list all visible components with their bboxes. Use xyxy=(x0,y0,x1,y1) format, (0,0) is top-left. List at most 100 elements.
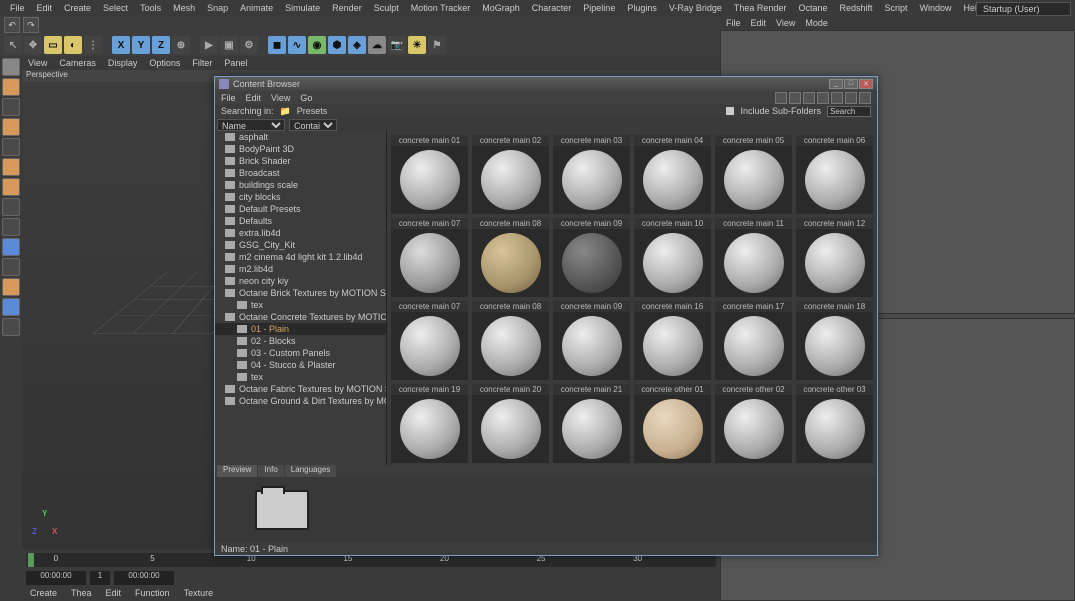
dialog-titlebar[interactable]: Content Browser _ □ ✕ xyxy=(215,77,877,91)
live-select-icon[interactable]: ↖ xyxy=(4,36,22,54)
menu-mesh[interactable]: Mesh xyxy=(167,3,201,13)
axis-mode-icon[interactable] xyxy=(2,198,20,216)
edge-mode-icon[interactable] xyxy=(2,158,20,176)
cube-icon[interactable]: ◼ xyxy=(268,36,286,54)
view-grid-icon[interactable] xyxy=(831,92,843,104)
material-thumb[interactable]: concrete main 08 xyxy=(472,301,549,380)
minimize-button[interactable]: _ xyxy=(829,79,843,89)
menu-create[interactable]: Create xyxy=(58,3,97,13)
dlg-menu-view[interactable]: View xyxy=(271,93,290,103)
move-icon[interactable]: ✥ xyxy=(24,36,42,54)
material-thumb[interactable]: concrete main 03 xyxy=(553,135,630,214)
menu-redshift[interactable]: Redshift xyxy=(833,3,878,13)
tweak-icon[interactable] xyxy=(2,298,20,316)
menu-character[interactable]: Character xyxy=(526,3,578,13)
tree-item[interactable]: GSG_City_Kit xyxy=(215,239,386,251)
deformer-icon[interactable]: ◈ xyxy=(348,36,366,54)
vp-menu-display[interactable]: Display xyxy=(108,58,138,68)
render-view-icon[interactable]: ▶ xyxy=(200,36,218,54)
spline-icon[interactable]: ∿ xyxy=(288,36,306,54)
menu-v-ray-bridge[interactable]: V-Ray Bridge xyxy=(663,3,728,13)
search-icon[interactable] xyxy=(859,92,871,104)
menu-render[interactable]: Render xyxy=(326,3,368,13)
tree-item[interactable]: neon city kiy xyxy=(215,275,386,287)
tree-item[interactable]: tex xyxy=(215,299,386,311)
vp-menu-options[interactable]: Options xyxy=(149,58,180,68)
filter-field[interactable]: Name xyxy=(217,119,285,131)
x-axis-icon[interactable]: X xyxy=(112,36,130,54)
tree-item[interactable]: 03 - Custom Panels xyxy=(215,347,386,359)
tree-item[interactable]: Octane Ground & Dirt Textures by MOTION … xyxy=(215,395,386,407)
tree-item[interactable]: Brick Shader xyxy=(215,155,386,167)
tree-item[interactable]: m2.lib4d xyxy=(215,263,386,275)
material-thumb[interactable]: concrete main 01 xyxy=(391,135,468,214)
om-menu-file[interactable]: File xyxy=(726,18,741,28)
material-thumb[interactable]: concrete main 21 xyxy=(553,384,630,463)
matbar-edit[interactable]: Edit xyxy=(106,588,122,598)
tab-languages[interactable]: Languages xyxy=(285,465,337,477)
tree-item[interactable]: BodyPaint 3D xyxy=(215,143,386,155)
om-menu-edit[interactable]: Edit xyxy=(751,18,767,28)
tree-item[interactable]: Defaults xyxy=(215,215,386,227)
menu-mograph[interactable]: MoGraph xyxy=(476,3,526,13)
material-thumb[interactable]: concrete main 09 xyxy=(553,301,630,380)
material-thumb[interactable]: concrete main 04 xyxy=(634,135,711,214)
material-thumb[interactable]: concrete main 20 xyxy=(472,384,549,463)
menu-snap[interactable]: Snap xyxy=(201,3,234,13)
tab-info[interactable]: Info xyxy=(258,465,283,477)
edit-icon[interactable] xyxy=(775,92,787,104)
tree-item[interactable]: Octane Brick Textures by MOTION SQUARED xyxy=(215,287,386,299)
tab-preview[interactable]: Preview xyxy=(217,465,257,477)
material-thumb[interactable]: concrete main 09 xyxy=(553,218,630,297)
filter-op[interactable]: Contains xyxy=(289,119,337,131)
matbar-texture[interactable]: Texture xyxy=(184,588,214,598)
tree-item[interactable]: 04 - Stucco & Plaster xyxy=(215,359,386,371)
vp-menu-cameras[interactable]: Cameras xyxy=(59,58,96,68)
make-editable-icon[interactable] xyxy=(2,58,20,76)
filter-icon[interactable] xyxy=(845,92,857,104)
menu-motion-tracker[interactable]: Motion Tracker xyxy=(405,3,477,13)
menu-simulate[interactable]: Simulate xyxy=(279,3,326,13)
render-settings-icon[interactable]: ⚙ xyxy=(240,36,258,54)
view-list-icon[interactable] xyxy=(817,92,829,104)
material-thumb[interactable]: concrete main 11 xyxy=(715,218,792,297)
material-thumb[interactable]: concrete main 12 xyxy=(796,218,873,297)
tree-item[interactable]: Broadcast xyxy=(215,167,386,179)
model-mode-icon[interactable] xyxy=(2,78,20,96)
environment-icon[interactable]: ☁ xyxy=(368,36,386,54)
om-menu-view[interactable]: View xyxy=(776,18,795,28)
material-thumb[interactable]: concrete other 01 xyxy=(634,384,711,463)
menu-file[interactable]: File xyxy=(4,3,31,13)
camera-icon[interactable]: 📷 xyxy=(388,36,406,54)
up-icon[interactable] xyxy=(803,92,815,104)
material-thumb[interactable]: concrete main 08 xyxy=(472,218,549,297)
vp-menu-view[interactable]: View xyxy=(28,58,47,68)
material-thumb[interactable]: concrete main 18 xyxy=(796,301,873,380)
search-input[interactable]: Search xyxy=(827,106,871,117)
material-thumb[interactable]: concrete main 17 xyxy=(715,301,792,380)
scale-icon[interactable]: ▭ xyxy=(44,36,62,54)
menu-thea-render[interactable]: Thea Render xyxy=(728,3,793,13)
undo-icon[interactable]: ↶ xyxy=(4,17,20,33)
dlg-menu-file[interactable]: File xyxy=(221,93,236,103)
tree-item[interactable]: Octane Concrete Textures by MOTION SQUAR… xyxy=(215,311,386,323)
menu-plugins[interactable]: Plugins xyxy=(621,3,663,13)
material-thumb[interactable]: concrete main 05 xyxy=(715,135,792,214)
poly-mode-icon[interactable] xyxy=(2,178,20,196)
dlg-menu-go[interactable]: Go xyxy=(300,93,312,103)
nurbs-icon[interactable]: ◉ xyxy=(308,36,326,54)
material-thumb[interactable]: concrete other 03 xyxy=(796,384,873,463)
generator-icon[interactable]: ⬢ xyxy=(328,36,346,54)
matbar-function[interactable]: Function xyxy=(135,588,170,598)
tree-item[interactable]: tex xyxy=(215,371,386,383)
material-thumb[interactable]: concrete main 07 xyxy=(391,301,468,380)
maximize-button[interactable]: □ xyxy=(844,79,858,89)
locked-icon[interactable] xyxy=(2,258,20,276)
tree-item[interactable]: extra.lib4d xyxy=(215,227,386,239)
home-icon[interactable] xyxy=(789,92,801,104)
point-mode-icon[interactable] xyxy=(2,138,20,156)
playhead[interactable] xyxy=(28,553,34,567)
tree-item[interactable]: m2 cinema 4d light kit 1.2.lib4d xyxy=(215,251,386,263)
time-pos[interactable]: 1 xyxy=(90,571,110,585)
recent-icon[interactable]: ⋮ xyxy=(84,36,102,54)
